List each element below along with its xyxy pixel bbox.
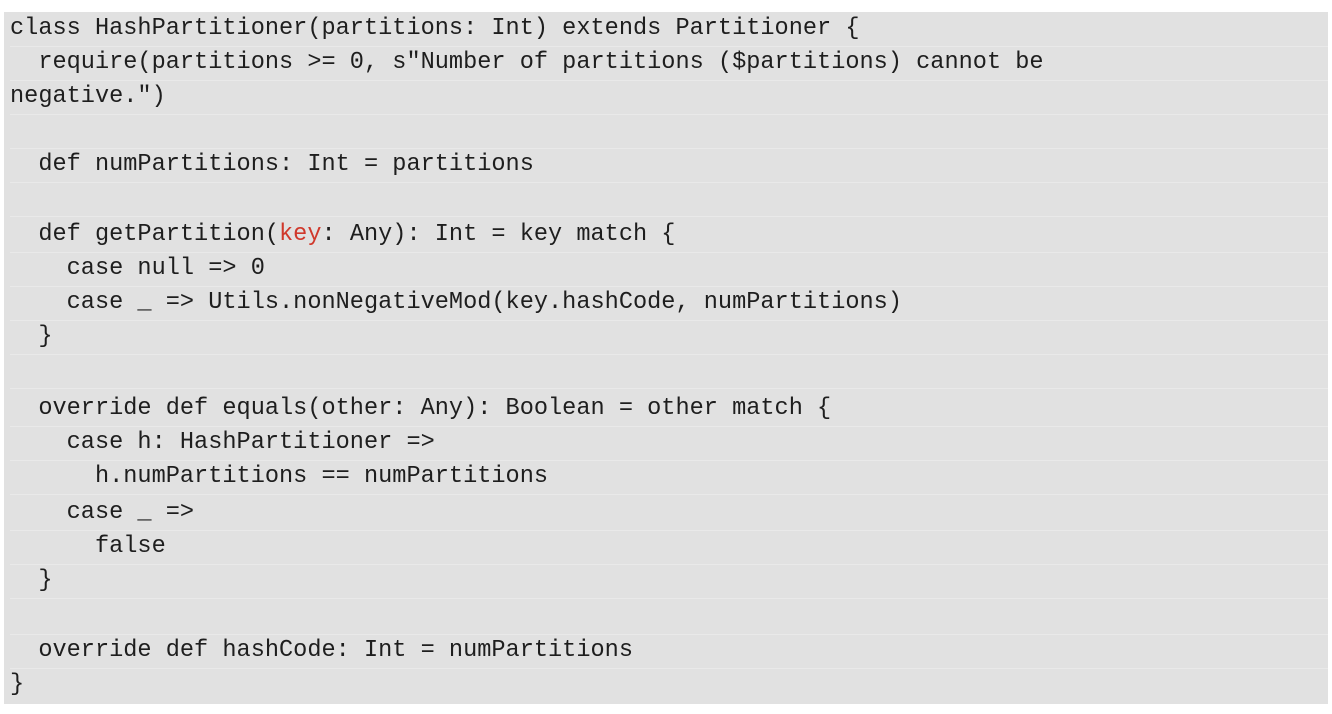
code-line: class HashPartitioner(partitions: Int) e… — [10, 12, 1328, 47]
code-line: } — [10, 320, 1328, 355]
code-line: case h: HashPartitioner => — [10, 426, 1328, 461]
code-line: override def hashCode: Int = numPartitio… — [10, 634, 1328, 669]
code-line: require(partitions >= 0, s"Number of par… — [10, 46, 1328, 81]
code-line — [10, 114, 1328, 149]
code-line — [10, 182, 1328, 217]
code-line: case null => 0 — [10, 252, 1328, 287]
code-line: false — [10, 530, 1328, 565]
code-line: def numPartitions: Int = partitions — [10, 148, 1328, 183]
code-line: } — [10, 671, 25, 698]
code-line: case _ => Utils.nonNegativeMod(key.hashC… — [10, 286, 1328, 321]
code-line: case _ => — [10, 496, 1328, 531]
code-line-get-partition: def getPartition(key: Any): Int = key ma… — [10, 218, 1328, 253]
code-block: class HashPartitioner(partitions: Int) e… — [4, 12, 1328, 704]
code-token: : Any): Int = key match { — [321, 221, 676, 248]
code-line: negative.") — [10, 80, 1328, 115]
code-line — [10, 354, 1328, 389]
code-line — [10, 600, 1328, 635]
code-line: h.numPartitions == numPartitions — [10, 460, 1328, 495]
highlighted-parameter: key — [279, 221, 322, 248]
code-line: } — [10, 564, 1328, 599]
code-token: def getPartition( — [10, 221, 280, 248]
code-line: override def equals(other: Any): Boolean… — [10, 392, 1328, 427]
